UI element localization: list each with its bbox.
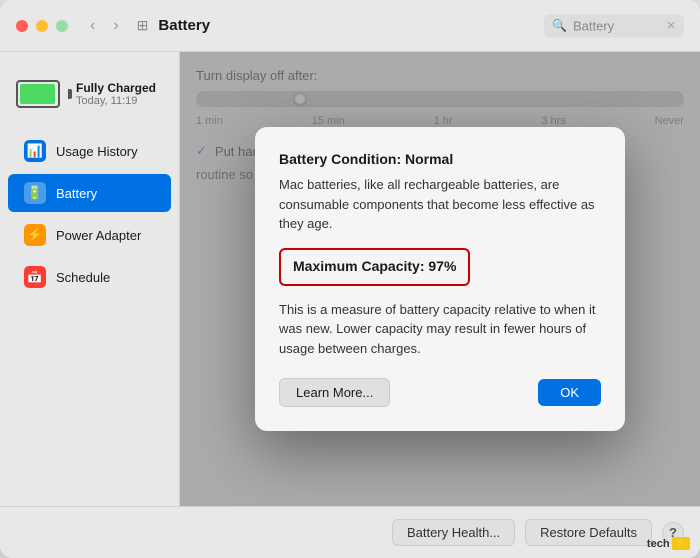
sidebar-item-label: Schedule: [56, 270, 110, 285]
traffic-lights: [16, 20, 68, 32]
maximize-button[interactable]: [56, 20, 68, 32]
search-clear-icon[interactable]: ✕: [666, 19, 676, 33]
sidebar-item-usage-history[interactable]: 📊 Usage History: [8, 132, 171, 170]
modal-dialog: Battery Condition: Normal Mac batteries,…: [255, 127, 625, 431]
battery-status-label: Fully Charged: [76, 81, 156, 95]
battery-status-widget: Fully Charged Today, 11:19: [0, 68, 179, 120]
search-input-text[interactable]: Battery: [573, 18, 660, 33]
schedule-icon: 📅: [24, 266, 46, 288]
modal-buttons: Learn More... OK: [279, 378, 601, 407]
watermark: tech ⚡: [647, 537, 690, 550]
back-button[interactable]: ‹: [84, 15, 101, 37]
watermark-text: tech: [647, 538, 670, 550]
window: ‹ › ⊞ Battery 🔍 Battery ✕ Fully Charged: [0, 0, 700, 558]
sidebar-item-battery[interactable]: 🔋 Battery: [8, 174, 171, 212]
nav-buttons: ‹ ›: [84, 15, 125, 37]
watermark-bolt-icon: ⚡: [672, 537, 690, 550]
forward-button[interactable]: ›: [107, 15, 124, 37]
capacity-description: This is a measure of battery capacity re…: [279, 300, 601, 359]
right-panel: Turn display off after: 1 min 15 min 1 h…: [180, 52, 700, 506]
sidebar-item-schedule[interactable]: 📅 Schedule: [8, 258, 171, 296]
main-content: Fully Charged Today, 11:19 📊 Usage Histo…: [0, 52, 700, 506]
sidebar-item-label: Usage History: [56, 144, 138, 159]
titlebar: ‹ › ⊞ Battery 🔍 Battery ✕: [0, 0, 700, 52]
modal-title: Battery Condition: Normal: [279, 151, 601, 167]
modal-description: Mac batteries, like all rechargeable bat…: [279, 175, 601, 234]
minimize-button[interactable]: [36, 20, 48, 32]
battery-icon-large: [16, 80, 66, 108]
capacity-text: Maximum Capacity: 97%: [293, 258, 456, 274]
ok-button[interactable]: OK: [538, 379, 601, 406]
sidebar-item-label: Battery: [56, 186, 97, 201]
bottom-bar: Battery Health... Restore Defaults ?: [0, 506, 700, 558]
search-box[interactable]: 🔍 Battery ✕: [544, 14, 684, 37]
battery-status-time: Today, 11:19: [76, 95, 156, 107]
sidebar-item-power-adapter[interactable]: ⚡ Power Adapter: [8, 216, 171, 254]
power-adapter-icon: ⚡: [24, 224, 46, 246]
battery-status-text: Fully Charged Today, 11:19: [76, 81, 156, 107]
search-icon: 🔍: [552, 19, 567, 33]
battery-icon: 🔋: [24, 182, 46, 204]
learn-more-button[interactable]: Learn More...: [279, 378, 390, 407]
sidebar-item-label: Power Adapter: [56, 228, 141, 243]
usage-history-icon: 📊: [24, 140, 46, 162]
close-button[interactable]: [16, 20, 28, 32]
sidebar: Fully Charged Today, 11:19 📊 Usage Histo…: [0, 52, 180, 506]
titlebar-title: Battery: [158, 17, 210, 34]
modal-overlay: Battery Condition: Normal Mac batteries,…: [180, 52, 700, 506]
capacity-box: Maximum Capacity: 97%: [279, 248, 470, 286]
restore-defaults-button[interactable]: Restore Defaults: [525, 519, 652, 546]
grid-icon: ⊞: [137, 17, 149, 34]
battery-health-button[interactable]: Battery Health...: [392, 519, 515, 546]
